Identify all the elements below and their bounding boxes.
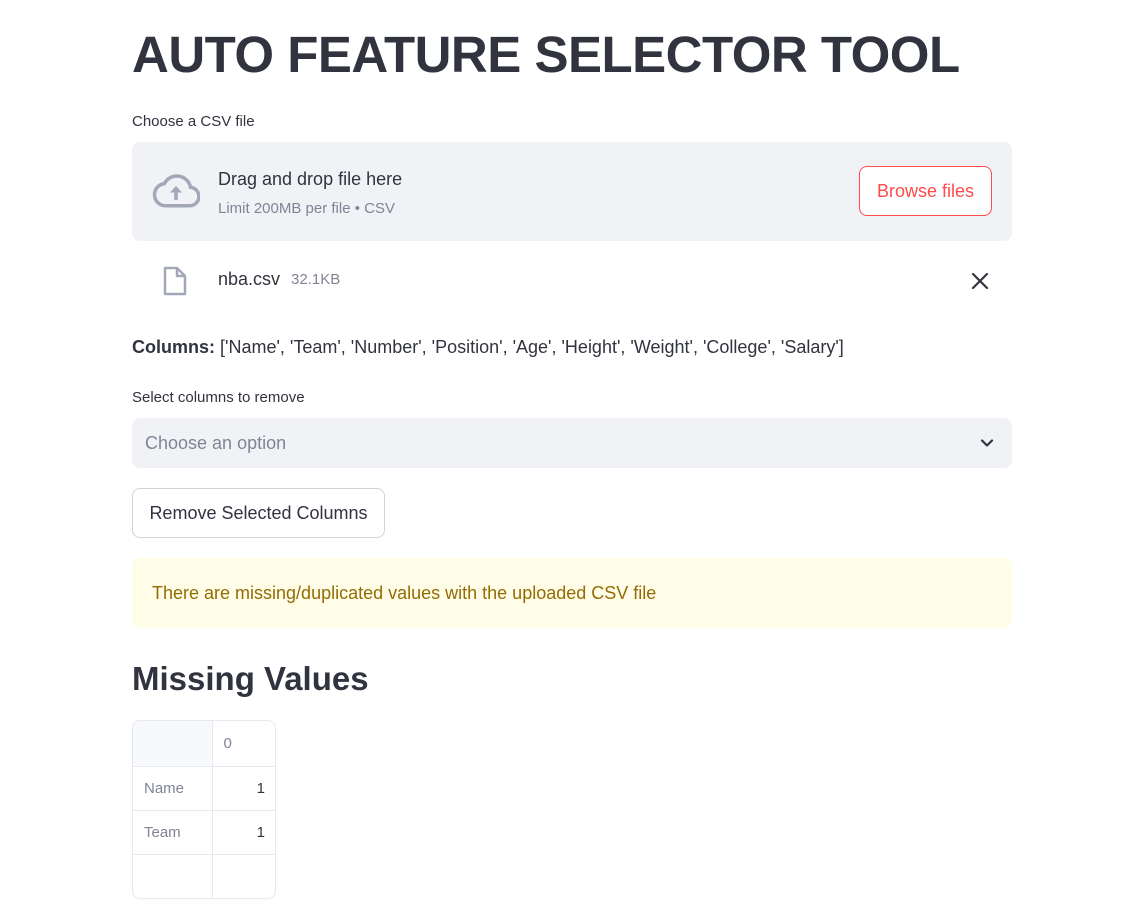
file-uploader-label: Choose a CSV file xyxy=(132,113,255,130)
table-row-index: Team xyxy=(133,811,214,854)
table-cell[interactable]: 1 xyxy=(213,767,275,810)
close-icon[interactable] xyxy=(969,270,991,292)
file-dropzone[interactable]: Drag and drop file here Limit 200MB per … xyxy=(132,142,1012,241)
dropzone-title: Drag and drop file here xyxy=(218,169,403,189)
missing-values-heading: Missing Values xyxy=(132,660,369,697)
table-row: Name 1 xyxy=(133,766,275,810)
columns-info-value: ['Name', 'Team', 'Number', 'Position', '… xyxy=(215,337,844,357)
browse-files-button[interactable]: Browse files xyxy=(859,166,992,216)
select-placeholder: Choose an option xyxy=(145,433,287,453)
columns-info-label: Columns: xyxy=(132,337,215,357)
table-row: Team 1 xyxy=(133,810,275,854)
cloud-upload-icon xyxy=(152,174,200,208)
table-row-index xyxy=(133,855,214,898)
uploaded-file-name: nba.csv xyxy=(218,269,281,289)
warning-alert: There are missing/duplicated values with… xyxy=(132,558,1012,628)
remove-columns-select[interactable]: Choose an option xyxy=(132,418,1012,468)
chevron-down-icon[interactable] xyxy=(979,435,995,451)
table-row-index: Name xyxy=(133,767,214,810)
table-row xyxy=(133,854,275,898)
multiselect-label: Select columns to remove xyxy=(132,389,305,406)
table-cell[interactable] xyxy=(213,855,275,898)
remove-selected-columns-button[interactable]: Remove Selected Columns xyxy=(132,488,385,538)
missing-values-table[interactable]: 0 Name 1 Team 1 xyxy=(132,720,276,899)
uploaded-file-item: nba.csv 32.1KB xyxy=(132,256,1012,304)
page-title: AUTO FEATURE SELECTOR TOOL xyxy=(132,26,960,83)
columns-info: Columns: ['Name', 'Team', 'Number', 'Pos… xyxy=(132,335,844,359)
dropzone-limit-text: Limit 200MB per file • CSV xyxy=(218,200,395,217)
file-icon xyxy=(163,266,187,296)
warning-alert-text: There are missing/duplicated values with… xyxy=(152,583,657,603)
table-column-header[interactable]: 0 xyxy=(213,721,275,766)
table-cell[interactable]: 1 xyxy=(213,811,275,854)
table-header-row: 0 xyxy=(133,721,275,766)
table-corner-cell xyxy=(133,721,214,766)
uploaded-file-size: 32.1KB xyxy=(291,271,341,288)
